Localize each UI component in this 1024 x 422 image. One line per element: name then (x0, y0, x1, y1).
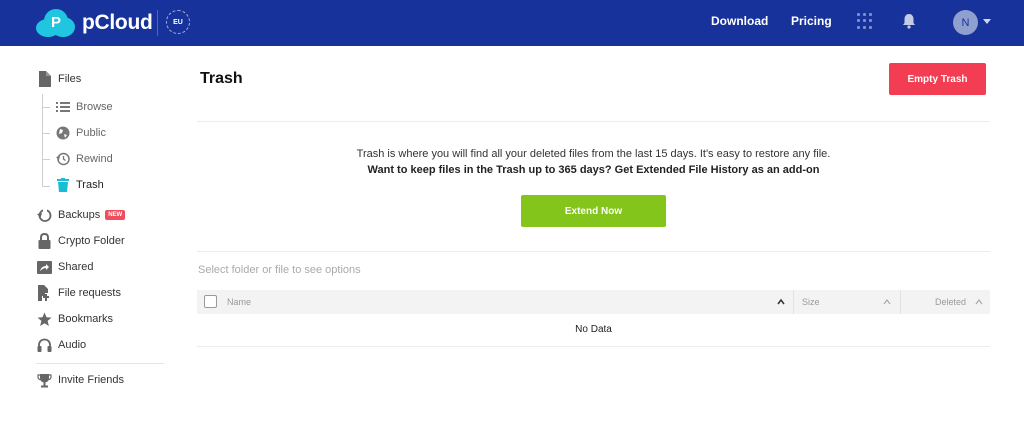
tree-tick (42, 133, 50, 134)
tree-tick (42, 186, 50, 187)
headphones-icon (36, 337, 52, 353)
nav-download-link[interactable]: Download (711, 14, 768, 28)
sidebar-item-label: Trash (76, 179, 104, 191)
column-header-size[interactable]: Size (802, 297, 820, 307)
sidebar-item-backups[interactable]: Backups NEW (36, 207, 126, 223)
column-separator (793, 290, 794, 314)
table-empty-message: No Data (575, 324, 612, 335)
sort-caret-up-icon[interactable] (975, 298, 983, 306)
sidebar-item-label: Crypto Folder (58, 235, 125, 247)
selection-hint: Select folder or file to see options (198, 264, 361, 276)
sidebar-item-shared[interactable]: Shared (36, 259, 93, 275)
divider (197, 121, 990, 122)
empty-trash-button[interactable]: Empty Trash (889, 63, 986, 95)
cloud-logo-icon: P (34, 7, 76, 39)
apps-grid-icon[interactable] (857, 13, 873, 29)
sidebar-item-label: Browse (76, 101, 113, 113)
region-badge: EU (166, 10, 190, 34)
tree-tick (42, 159, 50, 160)
top-bar: P pCloud EU Download Pricing N (0, 0, 1024, 46)
column-header-deleted[interactable]: Deleted (935, 297, 966, 307)
sidebar-item-crypto-folder[interactable]: Crypto Folder (36, 233, 125, 249)
pcloud-logo[interactable]: P pCloud (34, 7, 153, 39)
page-title: Trash (200, 70, 243, 87)
sidebar-item-label: Files (58, 73, 82, 85)
tree-tick (42, 107, 50, 108)
sidebar-item-label: Backups (58, 209, 101, 221)
trash-info-text: Trash is where you will find all your de… (356, 148, 831, 160)
divider (197, 346, 990, 347)
trophy-icon (36, 372, 52, 388)
sidebar-item-label: Rewind (76, 153, 113, 165)
file-request-icon (36, 285, 52, 301)
nav-pricing-link[interactable]: Pricing (791, 14, 832, 28)
globe-icon (56, 126, 70, 140)
list-icon (56, 100, 70, 114)
sort-caret-up-icon[interactable] (777, 298, 785, 306)
history-icon (56, 152, 70, 166)
sidebar-item-label: Invite Friends (58, 374, 125, 386)
sidebar-item-files[interactable]: Files (36, 71, 81, 87)
trash-icon (56, 178, 70, 192)
sidebar-item-public[interactable]: Public (56, 126, 106, 140)
sidebar-item-label: Public (76, 127, 106, 139)
backup-icon (36, 207, 52, 223)
sidebar-item-file-requests[interactable]: File requests (36, 285, 121, 301)
column-header-name[interactable]: Name (227, 297, 251, 307)
header-divider (157, 10, 158, 36)
sidebar-item-trash[interactable]: Trash (56, 178, 104, 192)
sidebar-item-label: Shared (58, 261, 94, 273)
extend-now-button[interactable]: Extend Now (521, 195, 666, 227)
sidebar-item-label: File requests (58, 287, 121, 299)
sidebar-divider (36, 363, 164, 364)
notification-bell-icon[interactable] (902, 13, 916, 34)
sort-caret-up-icon[interactable] (883, 298, 891, 306)
upsell-text: Want to keep files in the Trash up to 36… (367, 164, 820, 176)
lock-icon (36, 233, 52, 249)
user-avatar[interactable]: N (953, 10, 978, 35)
share-icon (36, 259, 52, 275)
svg-text:P: P (51, 14, 61, 31)
sidebar-item-bookmarks[interactable]: Bookmarks (36, 311, 113, 327)
sidebar-item-label: Audio (58, 339, 87, 351)
sidebar-item-label: Bookmarks (58, 313, 114, 325)
chevron-down-icon[interactable] (983, 19, 991, 24)
star-icon (36, 311, 52, 327)
table-header: Name Size Deleted (197, 290, 990, 314)
sidebar-item-audio[interactable]: Audio (36, 337, 86, 353)
divider (197, 251, 990, 252)
select-all-checkbox[interactable] (204, 295, 217, 308)
sidebar-item-browse[interactable]: Browse (56, 100, 113, 114)
column-separator (900, 290, 901, 314)
sidebar-item-invite-friends[interactable]: Invite Friends (36, 372, 124, 388)
new-badge: NEW (105, 210, 126, 220)
sidebar-item-rewind[interactable]: Rewind (56, 152, 113, 166)
file-icon (36, 71, 52, 87)
brand-name: pCloud (82, 11, 153, 34)
